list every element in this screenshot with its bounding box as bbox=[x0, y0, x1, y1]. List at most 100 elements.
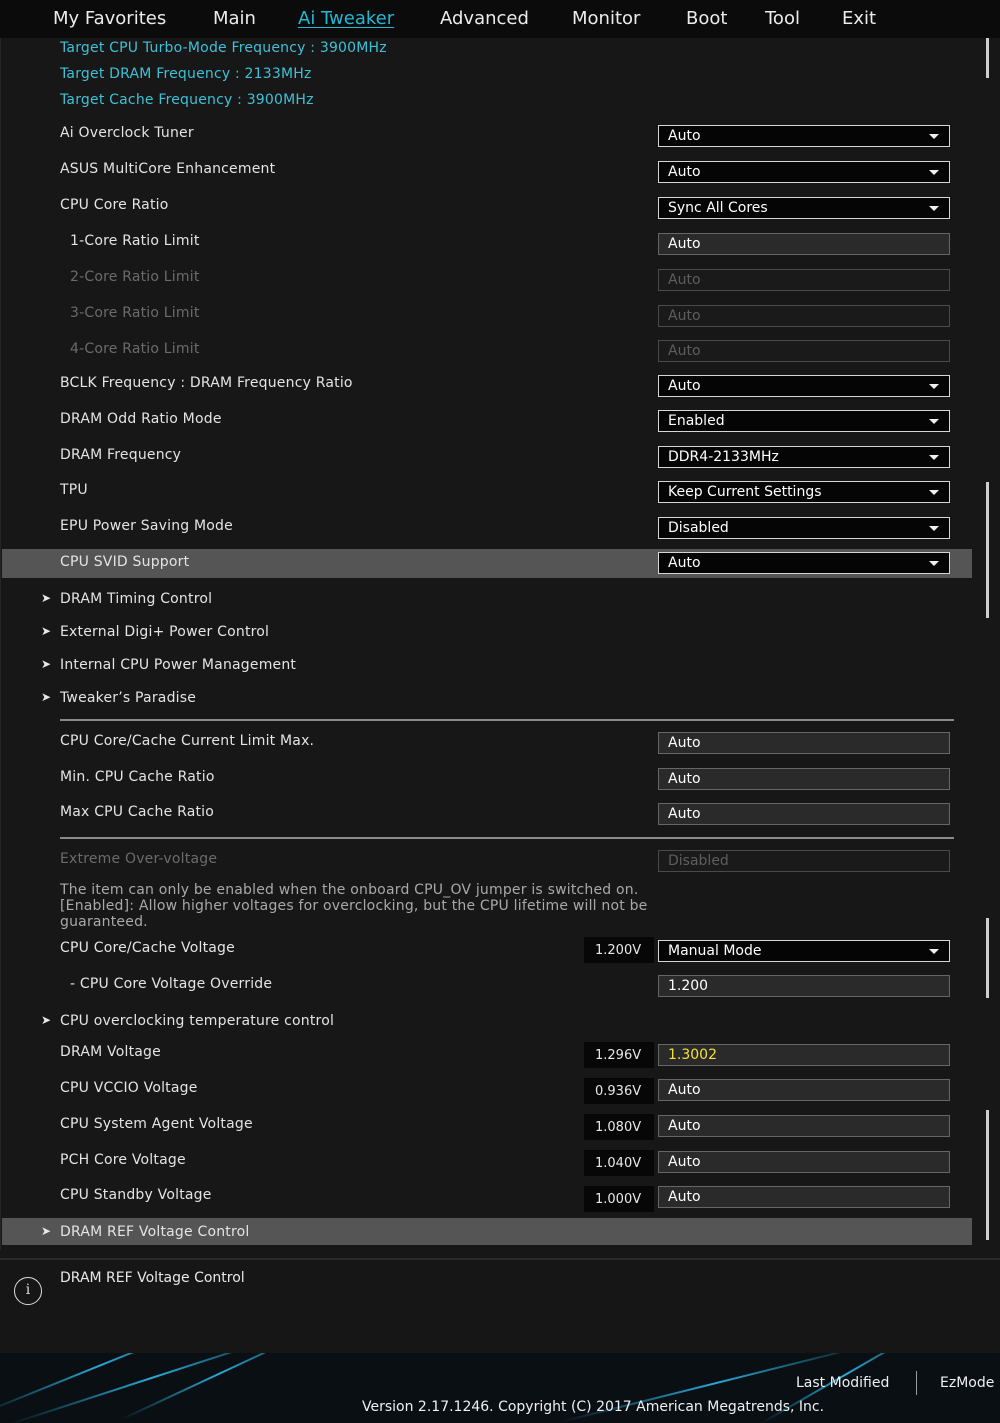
setting-row[interactable]: CPU Core/Cache Current Limit Max. Auto bbox=[0, 728, 972, 758]
scrollbar-segment[interactable] bbox=[986, 1110, 989, 1240]
core-voltage-mode-dropdown[interactable]: Manual Mode bbox=[658, 940, 950, 962]
info-target-cache-frequency: Target Cache Frequency : 3900MHz bbox=[60, 92, 314, 108]
chevron-down-icon bbox=[929, 949, 939, 954]
dropdown-value: DDR4-2133MHz bbox=[668, 449, 779, 465]
info-target-dram-frequency: Target DRAM Frequency : 2133MHz bbox=[60, 66, 312, 82]
last-modified-button[interactable]: Last Modified bbox=[796, 1375, 889, 1391]
setting-row: 2-Core Ratio Limit Auto bbox=[0, 264, 972, 294]
dram-voltage-field[interactable]: 1.3002 bbox=[658, 1044, 950, 1066]
bios-screen: My Favorites Main Ai Tweaker Advanced Mo… bbox=[0, 0, 1000, 1423]
dram-odd-ratio-dropdown[interactable]: Enabled bbox=[658, 410, 950, 432]
tab-tool[interactable]: Tool bbox=[765, 8, 800, 29]
setting-row[interactable]: 1-Core Ratio Limit Auto bbox=[0, 228, 972, 258]
multicore-enhancement-dropdown[interactable]: Auto bbox=[658, 161, 950, 183]
help-line: The item can only be enabled when the on… bbox=[60, 882, 639, 898]
setting-label: CPU Standby Voltage bbox=[60, 1187, 212, 1203]
tab-monitor[interactable]: Monitor bbox=[572, 8, 640, 29]
max-cache-ratio-field[interactable]: Auto bbox=[658, 803, 950, 825]
epu-power-saving-dropdown[interactable]: Disabled bbox=[658, 517, 950, 539]
submenu-external-digi-power[interactable]: ➤ External Digi+ Power Control bbox=[0, 618, 972, 648]
submenu-dram-timing-control[interactable]: ➤ DRAM Timing Control bbox=[0, 585, 972, 615]
tab-exit[interactable]: Exit bbox=[842, 8, 876, 29]
help-line: [Enabled]: Allow higher voltages for ove… bbox=[60, 898, 648, 914]
tab-main[interactable]: Main bbox=[213, 8, 256, 29]
setting-row[interactable]: CPU Core Ratio Sync All Cores bbox=[0, 192, 972, 222]
voltage-reading-value: 0.936V bbox=[595, 1084, 642, 1099]
tab-ai-tweaker[interactable]: Ai Tweaker bbox=[298, 8, 394, 29]
setting-label: Extreme Over-voltage bbox=[60, 851, 218, 867]
voltage-reading: 1.296V bbox=[584, 1042, 654, 1068]
setting-row[interactable]: CPU Core/Cache Voltage 1.200V Manual Mod… bbox=[0, 935, 972, 965]
submenu-internal-cpu-power[interactable]: ➤ Internal CPU Power Management bbox=[0, 651, 972, 681]
submenu-label: Internal CPU Power Management bbox=[60, 657, 297, 673]
cpu-core-ratio-dropdown[interactable]: Sync All Cores bbox=[658, 197, 950, 219]
setting-label: - CPU Core Voltage Override bbox=[70, 976, 273, 992]
dropdown-value: Auto bbox=[668, 164, 701, 180]
dropdown-value: Enabled bbox=[668, 413, 725, 429]
standby-voltage-field[interactable]: Auto bbox=[658, 1186, 950, 1208]
tab-my-favorites[interactable]: My Favorites bbox=[53, 8, 166, 29]
setting-row[interactable]: DRAM Voltage 1.296V 1.3002 bbox=[0, 1039, 972, 1069]
setting-row[interactable]: ASUS MultiCore Enhancement Auto bbox=[0, 156, 972, 186]
setting-row[interactable]: DRAM Odd Ratio Mode Enabled bbox=[0, 406, 972, 436]
1-core-ratio-field[interactable]: Auto bbox=[658, 233, 950, 255]
scrollbar[interactable] bbox=[986, 38, 989, 78]
setting-row[interactable]: DRAM Frequency DDR4-2133MHz bbox=[0, 442, 972, 472]
submenu-temperature-control[interactable]: ➤ CPU overclocking temperature control bbox=[0, 1007, 972, 1037]
system-agent-voltage-field[interactable]: Auto bbox=[658, 1115, 950, 1137]
current-limit-field[interactable]: Auto bbox=[658, 732, 950, 754]
setting-label: CPU Core/Cache Voltage bbox=[60, 940, 235, 956]
chevron-right-icon: ➤ bbox=[41, 1224, 52, 1238]
core-voltage-override-field[interactable]: 1.200 bbox=[658, 975, 950, 997]
setting-label: CPU Core Ratio bbox=[60, 197, 169, 213]
chevron-down-icon bbox=[929, 490, 939, 495]
submenu-tweakers-paradise[interactable]: ➤ Tweaker’s Paradise bbox=[0, 684, 972, 714]
tab-advanced[interactable]: Advanced bbox=[440, 8, 529, 29]
chevron-down-icon bbox=[929, 419, 939, 424]
field-value: Auto bbox=[668, 308, 701, 324]
setting-label: CPU Core/Cache Current Limit Max. bbox=[60, 733, 315, 749]
setting-row[interactable]: EPU Power Saving Mode Disabled bbox=[0, 513, 972, 543]
setting-label: Ai Overclock Tuner bbox=[60, 125, 194, 141]
submenu-dram-ref-voltage-control[interactable]: ➤ DRAM REF Voltage Control bbox=[0, 1218, 972, 1248]
setting-row[interactable]: CPU Standby Voltage 1.000V Auto bbox=[0, 1182, 972, 1212]
bclk-dram-ratio-dropdown[interactable]: Auto bbox=[658, 375, 950, 397]
setting-row[interactable]: BCLK Frequency : DRAM Frequency Ratio Au… bbox=[0, 370, 972, 400]
setting-row[interactable]: Max CPU Cache Ratio Auto bbox=[0, 799, 972, 829]
vccio-voltage-field[interactable]: Auto bbox=[658, 1079, 950, 1101]
min-cache-ratio-field[interactable]: Auto bbox=[658, 768, 950, 790]
ai-overclock-tuner-dropdown[interactable]: Auto bbox=[658, 125, 950, 147]
dropdown-value: Disabled bbox=[668, 520, 729, 536]
dropdown-value: Auto bbox=[668, 555, 701, 571]
setting-row[interactable]: TPU Keep Current Settings bbox=[0, 477, 972, 507]
voltage-reading: 0.936V bbox=[584, 1078, 654, 1104]
scrollbar-segment[interactable] bbox=[986, 482, 989, 618]
top-nav: My Favorites Main Ai Tweaker Advanced Mo… bbox=[0, 0, 1000, 38]
field-value: Auto bbox=[668, 272, 701, 288]
tpu-dropdown[interactable]: Keep Current Settings bbox=[658, 481, 950, 503]
setting-row-selected[interactable]: CPU SVID Support Auto bbox=[0, 549, 972, 579]
setting-label: ASUS MultiCore Enhancement bbox=[60, 161, 276, 177]
pch-core-voltage-field[interactable]: Auto bbox=[658, 1151, 950, 1173]
ezmode-button[interactable]: EzMode bbox=[940, 1375, 994, 1391]
scrollbar-segment[interactable] bbox=[986, 918, 989, 998]
cpu-svid-support-dropdown[interactable]: Auto bbox=[658, 552, 950, 574]
decorative-streak bbox=[9, 1353, 296, 1423]
3-core-ratio-field: Auto bbox=[658, 305, 950, 327]
setting-row[interactable]: Ai Overclock Tuner Auto bbox=[0, 120, 972, 150]
setting-row[interactable]: CPU System Agent Voltage 1.080V Auto bbox=[0, 1111, 972, 1141]
setting-row[interactable]: - CPU Core Voltage Override 1.200 bbox=[0, 971, 972, 1001]
field-value: Auto bbox=[668, 343, 701, 359]
field-value: Auto bbox=[668, 771, 701, 787]
setting-row[interactable]: Min. CPU Cache Ratio Auto bbox=[0, 764, 972, 794]
tab-boot[interactable]: Boot bbox=[686, 8, 727, 29]
field-value: Auto bbox=[668, 1189, 701, 1205]
setting-row[interactable]: PCH Core Voltage 1.040V Auto bbox=[0, 1147, 972, 1177]
section-divider bbox=[60, 719, 954, 721]
setting-row[interactable]: CPU VCCIO Voltage 0.936V Auto bbox=[0, 1075, 972, 1105]
setting-label: DRAM Voltage bbox=[60, 1044, 161, 1060]
dram-frequency-dropdown[interactable]: DDR4-2133MHz bbox=[658, 446, 950, 468]
setting-label: CPU System Agent Voltage bbox=[60, 1116, 253, 1132]
setting-label: DRAM Frequency bbox=[60, 447, 182, 463]
submenu-label: DRAM REF Voltage Control bbox=[60, 1224, 250, 1240]
